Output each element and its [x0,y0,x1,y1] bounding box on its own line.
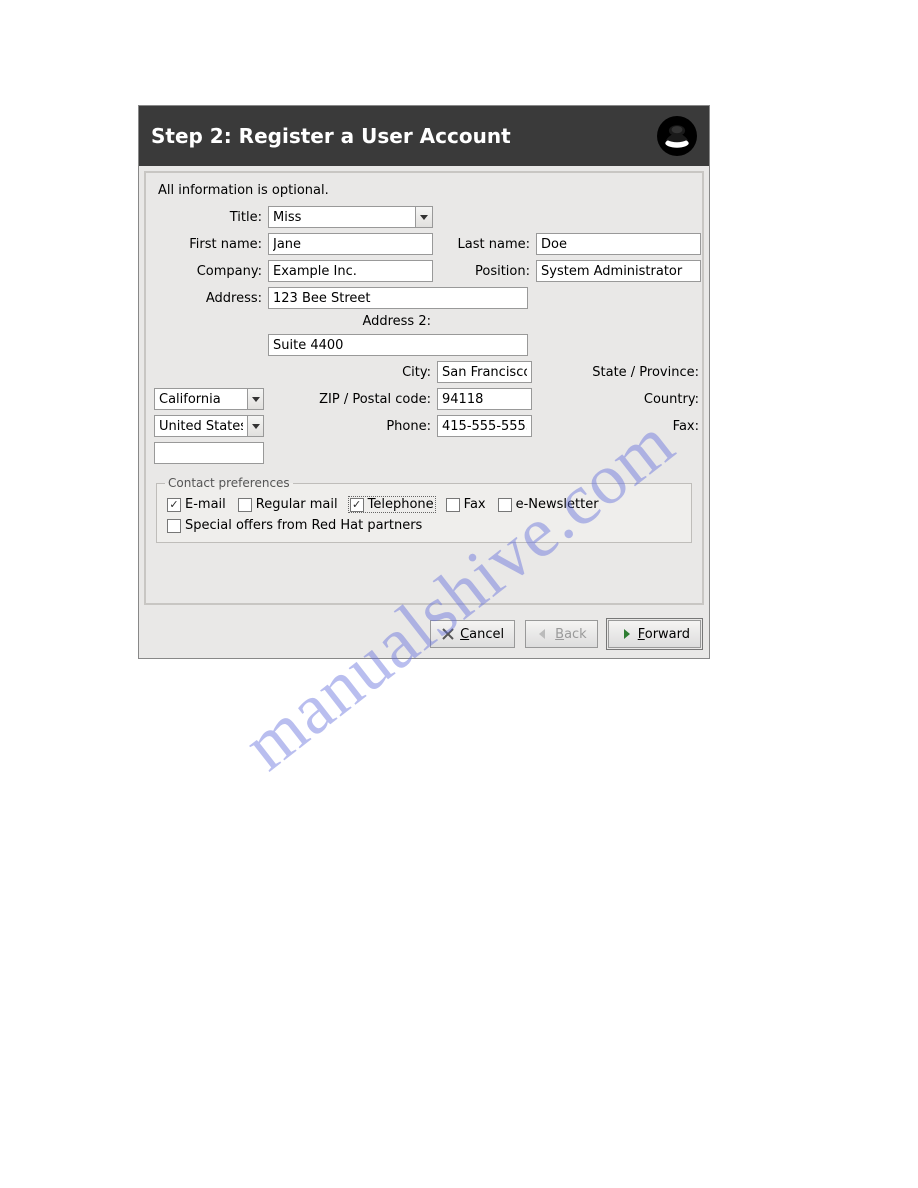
title-dropdown-button[interactable] [415,206,433,228]
dialog-title: Step 2: Register a User Account [151,124,511,148]
last-name-input[interactable] [536,233,701,255]
checkbox-icon [167,498,181,512]
checkbox-icon [498,498,512,512]
form-hint: All information is optional. [158,183,694,198]
checkbox-icon [167,519,181,533]
register-dialog: Step 2: Register a User Account All info… [138,105,710,659]
city-input[interactable] [437,361,532,383]
pref-special-offers[interactable]: Special offers from Red Hat partners [165,517,424,534]
pref-telephone[interactable]: Telephone [348,496,436,513]
country-combo[interactable] [154,415,264,437]
phone-input[interactable] [437,415,532,437]
fax-input[interactable] [154,442,264,464]
label-zip: ZIP / Postal code: [268,392,433,407]
label-first-name: First name: [154,237,264,252]
pref-email[interactable]: E-mail [165,496,228,513]
country-dropdown-button[interactable] [247,415,264,437]
checkbox-icon [350,498,364,512]
chevron-down-icon [252,424,260,429]
zip-input[interactable] [437,388,532,410]
chevron-down-icon [252,397,260,402]
label-address2: Address 2: [268,314,433,329]
cancel-icon [441,627,455,641]
dialog-header: Step 2: Register a User Account [139,106,709,166]
checkbox-icon [446,498,460,512]
label-position: Position: [437,264,532,279]
label-last-name: Last name: [437,237,532,252]
label-company: Company: [154,264,264,279]
cancel-button[interactable]: Cancel [430,620,515,648]
button-bar: Cancel Back Forward [139,610,709,658]
title-input[interactable] [268,206,415,228]
pref-regular-mail[interactable]: Regular mail [236,496,340,513]
label-country: Country: [536,392,701,407]
label-city: City: [268,365,433,380]
label-address: Address: [154,291,264,306]
company-input[interactable] [268,260,433,282]
pref-enewsletter[interactable]: e-Newsletter [496,496,601,513]
prefs-row-1: E-mail Regular mail Telephone Fax e-News… [165,496,683,513]
first-name-input[interactable] [268,233,433,255]
form-grid: Title: First name: Last name: Company: P… [154,206,694,464]
pref-fax[interactable]: Fax [444,496,488,513]
back-button[interactable]: Back [525,620,598,648]
contact-preferences-group: Contact preferences E-mail Regular mail … [156,476,692,543]
prefs-row-2: Special offers from Red Hat partners [165,517,683,534]
checkbox-icon [238,498,252,512]
pref-label: e-Newsletter [516,497,599,512]
country-input[interactable] [154,415,247,437]
forward-button[interactable]: Forward [608,620,701,648]
label-phone: Phone: [268,419,433,434]
form-panel: All information is optional. Title: Firs… [144,171,704,605]
title-combo[interactable] [268,206,433,228]
address2-input[interactable] [268,334,528,356]
pref-label: Regular mail [256,497,338,512]
state-combo[interactable] [154,388,264,410]
label-title: Title: [154,210,264,225]
pref-label: E-mail [185,497,226,512]
pref-label: Special offers from Red Hat partners [185,518,422,533]
arrow-right-icon [619,627,633,641]
label-fax: Fax: [536,419,701,434]
label-state: State / Province: [536,365,701,380]
redhat-logo-icon [657,116,697,156]
arrow-left-icon [536,627,550,641]
address-input[interactable] [268,287,528,309]
state-dropdown-button[interactable] [247,388,264,410]
chevron-down-icon [420,215,428,220]
contact-preferences-legend: Contact preferences [165,476,293,490]
position-input[interactable] [536,260,701,282]
pref-label: Fax [464,497,486,512]
pref-label: Telephone [368,497,434,512]
state-input[interactable] [154,388,247,410]
